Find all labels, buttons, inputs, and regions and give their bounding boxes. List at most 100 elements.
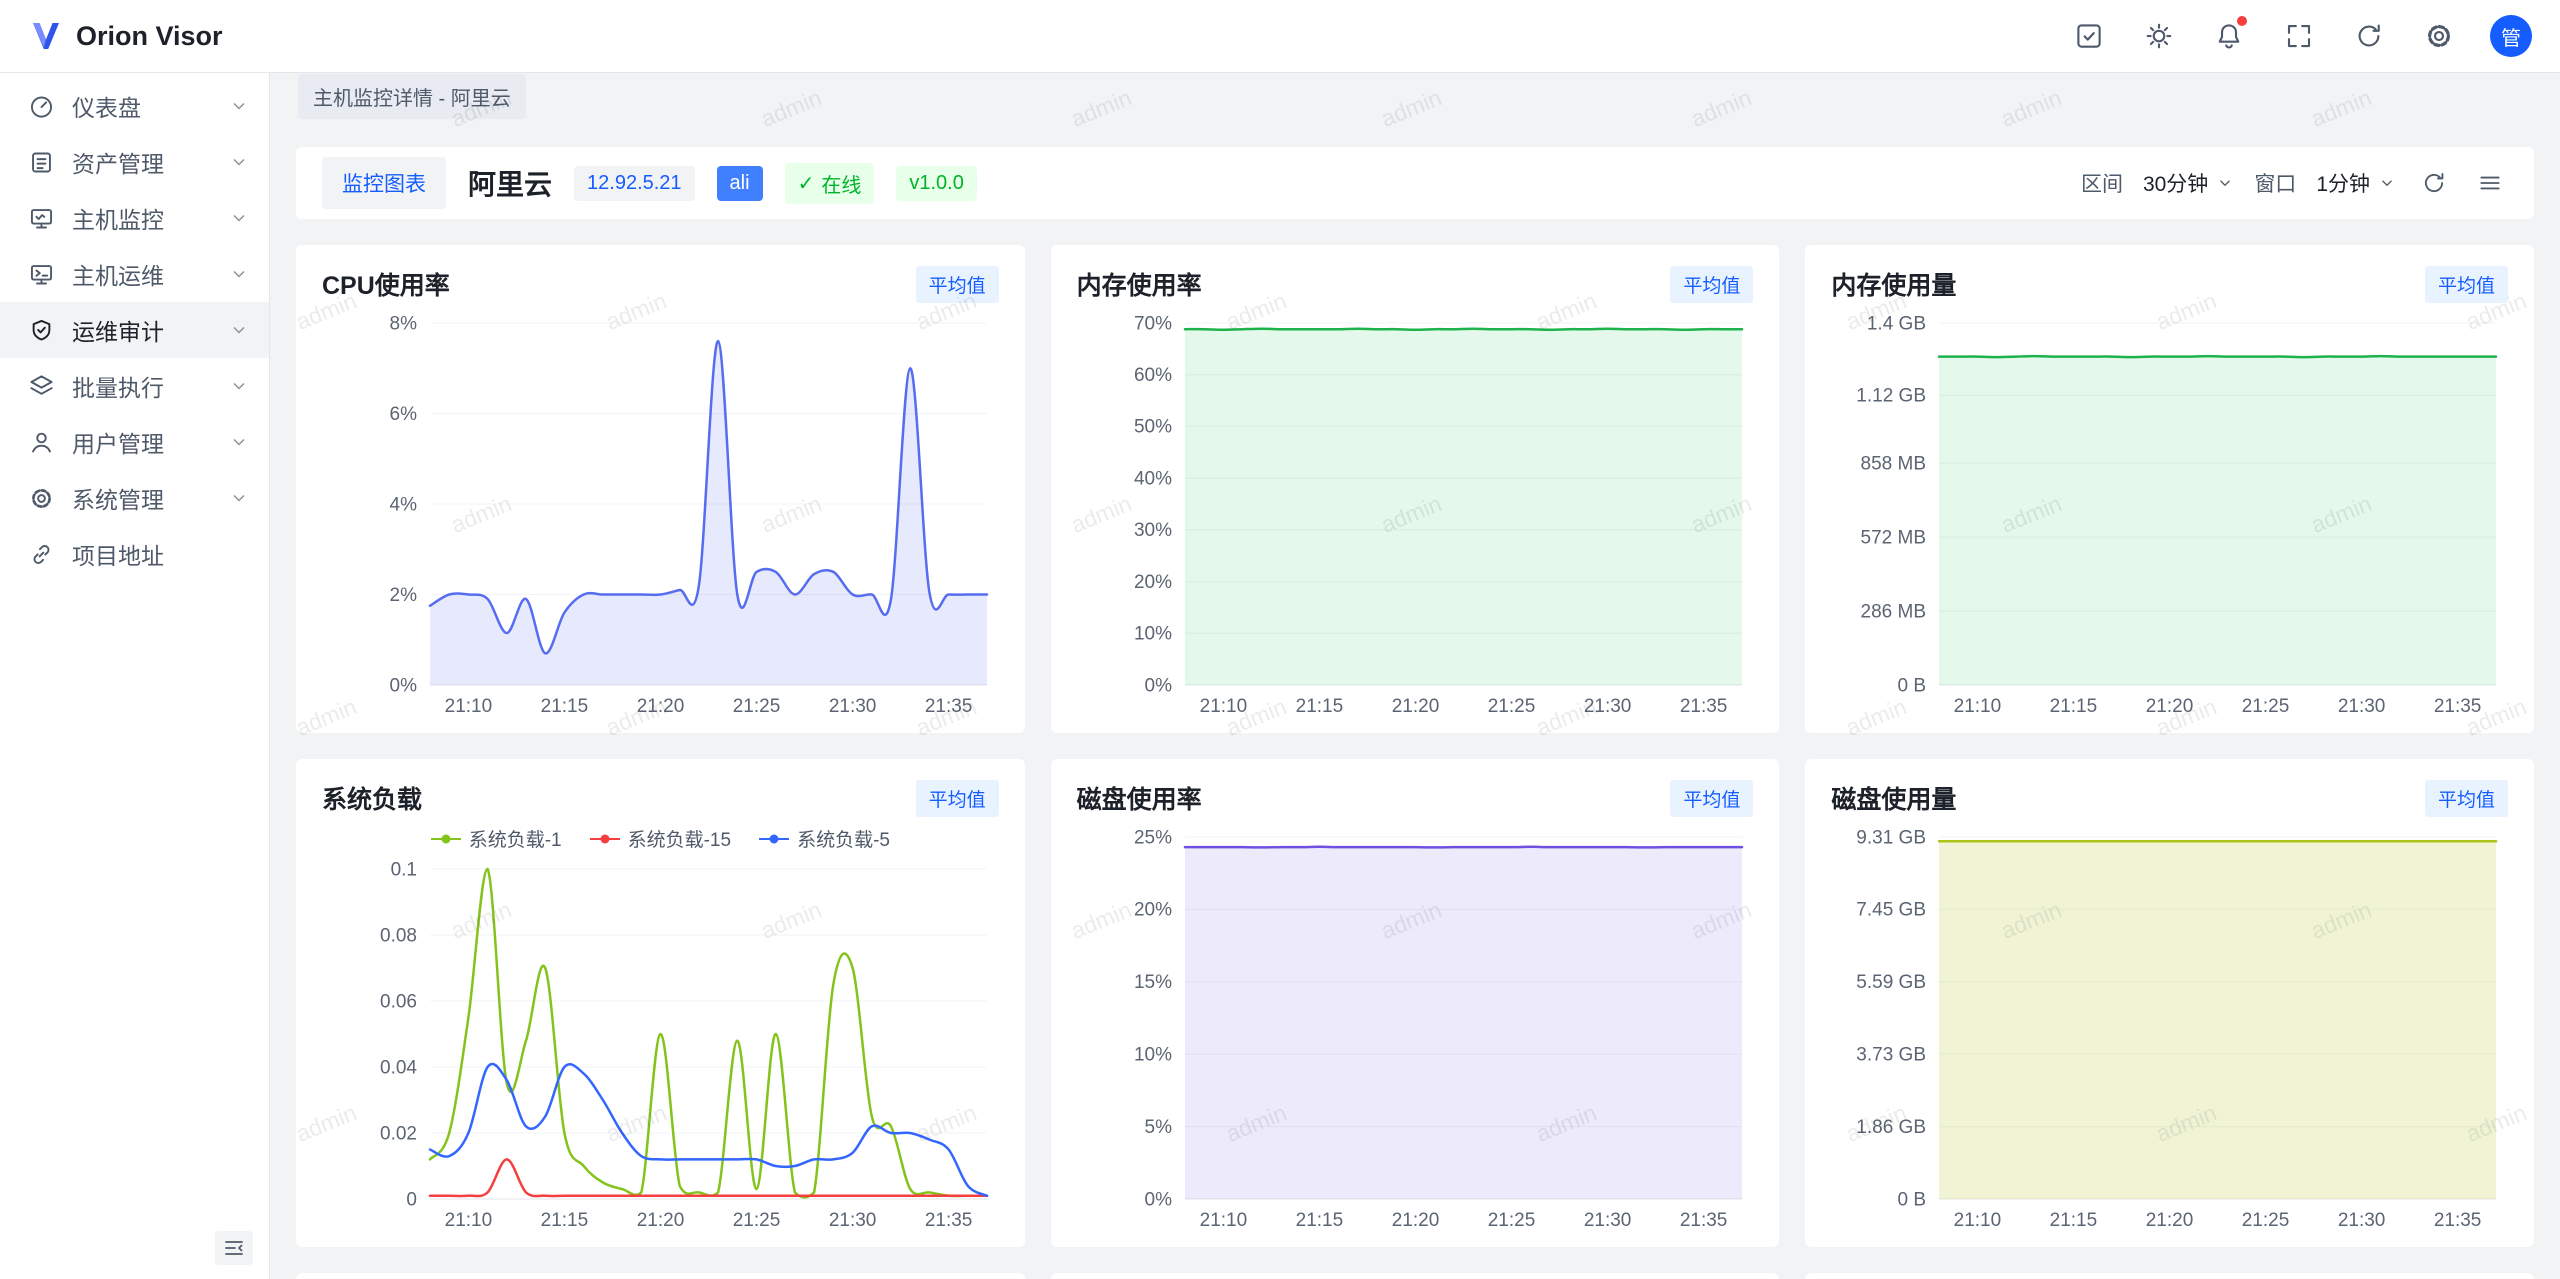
average-badge[interactable]: 平均值: [1670, 780, 1753, 817]
svg-text:9.31 GB: 9.31 GB: [1857, 827, 1927, 848]
checklist-icon[interactable]: [2070, 17, 2108, 55]
disk-usage-amount-chart[interactable]: 0 B1.86 GB3.73 GB5.59 GB7.45 GB9.31 GB21…: [1831, 819, 2508, 1233]
breadcrumb[interactable]: 主机监控详情 - 阿里云: [298, 74, 526, 119]
svg-text:21:15: 21:15: [541, 696, 589, 717]
settings-gear-icon[interactable]: [2420, 17, 2458, 55]
refresh-icon: [2421, 170, 2447, 196]
average-badge[interactable]: 平均值: [2425, 266, 2508, 303]
user-avatar[interactable]: 管: [2490, 15, 2532, 57]
sidebar-item-label: 主机监控: [72, 201, 212, 235]
svg-text:21:25: 21:25: [1487, 696, 1535, 717]
svg-text:0: 0: [406, 1189, 417, 1210]
range-select[interactable]: 30分钟: [2143, 168, 2234, 198]
host-ops-icon: [28, 261, 55, 288]
users-icon: [28, 429, 55, 456]
disk-usage-pct-chart[interactable]: 0%5%10%15%20%25%21:1021:1521:2021:2521:3…: [1077, 819, 1754, 1233]
sidebar-item-host-monitor[interactable]: 主机监控: [0, 190, 269, 246]
legend-item[interactable]: 系统负载-15: [590, 825, 731, 852]
average-badge[interactable]: 平均值: [916, 266, 999, 303]
average-badge[interactable]: 平均值: [2425, 780, 2508, 817]
sidebar-item-project-link[interactable]: 项目地址: [0, 526, 269, 582]
svg-text:21:20: 21:20: [637, 1210, 685, 1231]
sidebar-item-label: 仪表盘: [72, 89, 212, 123]
window-label: 窗口: [2254, 168, 2296, 198]
svg-text:21:30: 21:30: [829, 1210, 877, 1231]
cpu-usage-chart[interactable]: 0%2%4%6%8%21:1021:1521:2021:2521:3021:35: [322, 305, 999, 719]
refresh-charts-button[interactable]: [2416, 165, 2452, 201]
svg-text:21:20: 21:20: [1391, 1210, 1439, 1231]
svg-text:21:30: 21:30: [829, 696, 877, 717]
chart-canvas[interactable]: 00.020.040.060.080.121:1021:1521:2021:25…: [322, 819, 999, 1233]
dashboard-icon: [28, 93, 55, 120]
legend-item[interactable]: 系统负载-5: [759, 825, 890, 852]
refresh-icon[interactable]: [2350, 17, 2388, 55]
chart-card-partial: [1051, 1273, 1780, 1279]
svg-text:7.45 GB: 7.45 GB: [1857, 900, 1927, 921]
svg-text:60%: 60%: [1134, 365, 1172, 386]
svg-text:21:35: 21:35: [1679, 696, 1727, 717]
sidebar-item-label: 资产管理: [72, 145, 212, 179]
average-badge[interactable]: 平均值: [916, 780, 999, 817]
svg-text:40%: 40%: [1134, 468, 1172, 489]
link-icon: [28, 541, 55, 568]
theme-icon[interactable]: [2140, 17, 2178, 55]
sidebar-collapse-button[interactable]: [215, 1231, 253, 1265]
chevron-down-icon: [2216, 174, 2234, 192]
host-code-tag: ali: [717, 166, 763, 201]
memory-usage-amount-chart[interactable]: 0 B286 MB572 MB858 MB1.12 GB1.4 GB21:102…: [1831, 305, 2508, 719]
chart-canvas[interactable]: 0 B286 MB572 MB858 MB1.12 GB1.4 GB21:102…: [1831, 305, 2508, 719]
sidebar-item-system-mgmt[interactable]: 系统管理: [0, 470, 269, 526]
system-load-chart[interactable]: 00.020.040.060.080.121:1021:1521:2021:25…: [322, 819, 999, 1233]
svg-text:21:30: 21:30: [1583, 696, 1631, 717]
notification-dot: [2237, 16, 2247, 26]
sidebar-item-assets[interactable]: 资产管理: [0, 134, 269, 190]
svg-text:21:20: 21:20: [2146, 696, 2194, 717]
window-select[interactable]: 1分钟: [2316, 168, 2396, 198]
sidebar-item-label: 主机运维: [72, 257, 212, 291]
sidebar-item-host-ops[interactable]: 主机运维: [0, 246, 269, 302]
chart-canvas[interactable]: 0%2%4%6%8%21:1021:1521:2021:2521:3021:35: [322, 305, 999, 719]
svg-text:1.12 GB: 1.12 GB: [1857, 386, 1927, 407]
svg-text:21:25: 21:25: [733, 696, 781, 717]
sidebar-item-user-mgmt[interactable]: 用户管理: [0, 414, 269, 470]
svg-text:20%: 20%: [1134, 900, 1172, 921]
svg-text:21:20: 21:20: [1391, 696, 1439, 717]
chevron-down-icon: [229, 320, 249, 340]
sidebar-item-label: 运维审计: [72, 313, 212, 347]
svg-text:21:30: 21:30: [2338, 696, 2386, 717]
svg-text:2%: 2%: [390, 585, 418, 606]
sidebar-item-label: 系统管理: [72, 481, 212, 515]
chart-canvas[interactable]: 0 B1.86 GB3.73 GB5.59 GB7.45 GB9.31 GB21…: [1831, 819, 2508, 1233]
chevron-down-icon: [229, 208, 249, 228]
chart-controls: 区间 30分钟 窗口 1分钟: [2081, 165, 2508, 201]
sidebar-item-batch-exec[interactable]: 批量执行: [0, 358, 269, 414]
svg-text:21:10: 21:10: [445, 696, 493, 717]
logo-v-icon: [28, 18, 64, 54]
chart-canvas[interactable]: 0%10%20%30%40%50%60%70%21:1021:1521:2021…: [1077, 305, 1754, 719]
svg-text:8%: 8%: [390, 313, 418, 334]
bell-icon[interactable]: [2210, 17, 2248, 55]
sidebar-item-label: 项目地址: [72, 537, 249, 571]
chart-canvas[interactable]: 0%5%10%15%20%25%21:1021:1521:2021:2521:3…: [1077, 819, 1754, 1233]
sidebar-item-ops-audit[interactable]: 运维审计: [0, 302, 269, 358]
svg-text:0%: 0%: [1144, 1189, 1172, 1210]
host-header-card: 监控图表 阿里云 12.92.5.21 ali ✓ 在线 v1.0.0 区间 3…: [296, 147, 2534, 219]
chevron-down-icon: [2378, 174, 2396, 192]
svg-text:21:35: 21:35: [1679, 1210, 1727, 1231]
legend-item[interactable]: 系统负载-1: [431, 825, 562, 852]
chart-layout-menu-button[interactable]: [2472, 165, 2508, 201]
sidebar-item-dashboard[interactable]: 仪表盘: [0, 78, 269, 134]
chart-legend[interactable]: 系统负载-1 系统负载-15 系统负载-5: [322, 825, 999, 852]
svg-text:21:30: 21:30: [2338, 1210, 2386, 1231]
monitor-chart-tab[interactable]: 监控图表: [322, 157, 446, 209]
host-status-tag: ✓ 在线: [785, 163, 875, 204]
svg-text:5%: 5%: [1144, 1117, 1172, 1138]
average-badge[interactable]: 平均值: [1670, 266, 1753, 303]
fullscreen-icon[interactable]: [2280, 17, 2318, 55]
sidebar-item-label: 用户管理: [72, 425, 212, 459]
svg-text:21:20: 21:20: [637, 696, 685, 717]
chart-card-system-load: 系统负载 平均值 00.020.040.060.080.121:1021:152…: [296, 759, 1025, 1247]
memory-usage-pct-chart[interactable]: 0%10%20%30%40%50%60%70%21:1021:1521:2021…: [1077, 305, 1754, 719]
hamburger-icon: [2477, 170, 2503, 196]
chevron-down-icon: [229, 432, 249, 452]
